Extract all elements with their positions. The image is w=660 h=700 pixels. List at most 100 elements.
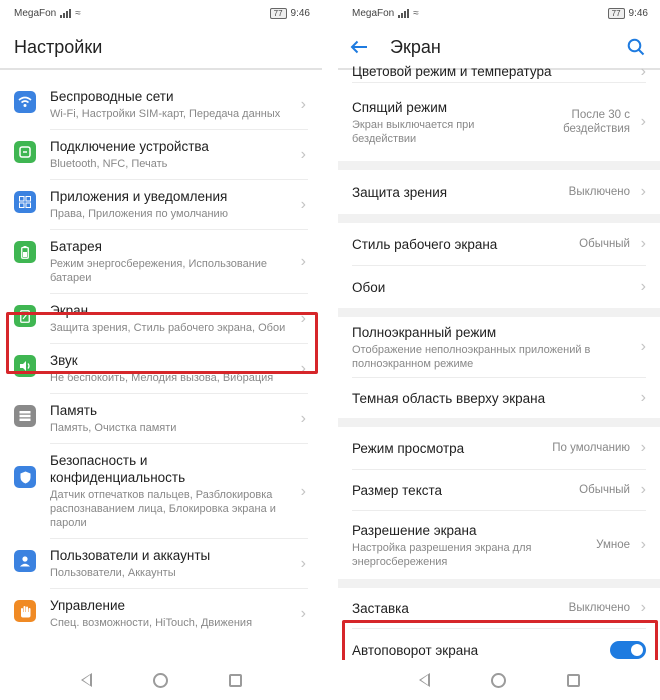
nav-home-icon[interactable] [490,672,506,688]
settings-item-control[interactable]: Управление Спец. возможности, HiTouch, Д… [0,589,322,638]
chevron-right-icon: › [640,481,646,498]
chevron-right-icon: › [640,338,646,355]
signal-icon [60,8,72,18]
hand-icon [14,600,36,622]
chevron-right-icon: › [300,482,306,500]
display-item-sleep[interactable]: Спящий режим Экран выключается при безде… [338,83,660,161]
nav-back-icon[interactable] [418,673,430,687]
navigation-bar [338,660,660,700]
display-item-color-mode[interactable]: Цветовой режим и температура › [338,62,660,82]
nav-recent-apps-icon[interactable] [228,673,242,687]
settings-item-sound[interactable]: Звук Не беспокоить, Мелодия вызова, Вибр… [0,344,322,394]
settings-item-subtitle: Память, Очистка памяти [50,422,177,434]
display-item-screensaver[interactable]: Заставка Выключено › [338,588,660,628]
display-item-notch[interactable]: Темная область вверху экрана › [338,378,660,418]
settings-item-subtitle: Пользователи, Аккаунты [50,567,176,579]
chevron-right-icon: › [640,183,646,200]
settings-item-subtitle: Права, Приложения по умолчанию [50,208,228,220]
display-item-value: Выключено [568,602,630,614]
search-icon [627,38,645,56]
settings-item-subtitle: Спец. возможности, HiTouch, Движения [50,617,253,629]
back-button[interactable] [350,34,376,60]
settings-list: Беспроводные сети Wi-Fi, Настройки SIM-к… [0,80,322,660]
navigation-bar [0,660,322,700]
search-button[interactable] [624,35,648,59]
battery-status-icon: 77 [607,7,625,19]
chevron-right-icon: › [300,146,306,163]
nav-home-icon[interactable] [152,672,168,688]
settings-screen: MegaFon ≈ 77 9:46 Настройки Беспроводные… [0,0,322,700]
chevron-right-icon: › [300,410,306,427]
display-item-view-mode[interactable]: Режим просмотра По умолчанию › [338,427,660,469]
settings-item-title: Экран [50,303,89,318]
display-item-value: Выключено [568,186,630,198]
settings-item-title: Приложения и уведомления [50,189,228,204]
battery-icon [14,241,36,263]
settings-item-subtitle: Режим энергосбережения, Использование ба… [50,258,268,284]
settings-item-storage[interactable]: Память Память, Очистка памяти › [0,394,322,444]
apps-icon [14,191,36,213]
settings-item-users[interactable]: Пользователи и аккаунты Пользователи, Ак… [0,539,322,589]
display-item-value: Обычный [579,238,630,250]
sound-icon [14,355,36,377]
wifi-status-icon: ≈ [413,7,419,19]
settings-item-title: Управление [50,598,126,613]
settings-item-title: Батарея [50,239,102,254]
display-item-eye-comfort[interactable]: Защита зрения Выключено › [338,170,660,214]
display-item-title: Темная область вверху экрана [352,390,546,406]
display-item-auto-rotate[interactable]: Автоповорот экрана [338,629,660,660]
display-item-title: Заставка [352,600,409,616]
chevron-right-icon: › [640,235,646,252]
nav-recent-apps-icon[interactable] [566,673,580,687]
display-item-fullscreen[interactable]: Полноэкранный режим Отображение неполноэ… [338,317,660,377]
page-title: Экран [390,36,441,57]
arrow-left-icon [350,40,367,54]
settings-item-battery[interactable]: Батарея Режим энергосбережения, Использо… [0,230,322,294]
settings-header: Настройки [0,26,322,70]
chevron-right-icon: › [300,196,306,213]
display-item-wallpaper[interactable]: Обои › [338,266,660,308]
display-item-title: Защита зрения [352,184,448,200]
settings-item-wireless[interactable]: Беспроводные сети Wi-Fi, Настройки SIM-к… [0,80,322,130]
page-title: Настройки [14,36,103,57]
chevron-right-icon: › [640,439,646,456]
chevron-right-icon: › [300,555,306,572]
carrier-label: MegaFon [352,7,395,19]
display-item-value: После 30 с бездействия [563,109,630,135]
settings-item-subtitle: Bluetooth, NFC, Печать [50,158,168,170]
settings-item-display[interactable]: Экран Защита зрения, Стиль рабочего экра… [0,294,322,344]
display-item-title: Размер текста [352,482,443,498]
display-item-title: Спящий режим [352,99,448,115]
chevron-right-icon: › [640,113,646,130]
nav-back-icon[interactable] [80,673,92,687]
settings-item-title: Подключение устройства [50,139,209,154]
display-item-value: Обычный [579,484,630,496]
settings-item-apps[interactable]: Приложения и уведомления Права, Приложен… [0,180,322,230]
security-shield-icon [14,466,36,488]
display-item-home-style[interactable]: Стиль рабочего экрана Обычный › [338,223,660,265]
display-item-title: Режим просмотра [352,440,465,456]
display-item-value: Умное [596,539,630,551]
chevron-right-icon: › [300,310,306,327]
display-item-title: Разрешение экрана [352,522,477,538]
auto-rotate-toggle[interactable] [610,641,646,659]
settings-item-subtitle: Защита зрения, Стиль рабочего экрана, Об… [50,322,286,334]
settings-item-security[interactable]: Безопасность и конфиденциальность Датчик… [0,444,322,539]
status-bar: MegaFon ≈ 77 9:46 [338,0,660,26]
settings-item-device-connection[interactable]: Подключение устройства Bluetooth, NFC, П… [0,130,322,180]
chevron-right-icon: › [640,389,646,406]
display-item-subtitle: Настройка разрешения экрана для энергосб… [352,541,532,568]
chevron-right-icon: › [300,604,306,622]
display-item-text-size[interactable]: Размер текста Обычный › [338,470,660,510]
chevron-right-icon: › [300,96,306,113]
display-item-title: Автоповорот экрана [352,642,479,658]
settings-item-title: Звук [50,353,78,368]
device-connection-icon [14,141,36,163]
chevron-right-icon: › [640,63,646,80]
display-item-resolution[interactable]: Разрешение экрана Настройка разрешения э… [338,511,660,579]
storage-icon [14,405,36,427]
chevron-right-icon: › [640,599,646,616]
settings-item-title: Пользователи и аккаунты [50,548,211,563]
chevron-right-icon: › [300,360,306,377]
settings-item-subtitle: Не беспокоить, Мелодия вызова, Вибрация [50,372,274,384]
